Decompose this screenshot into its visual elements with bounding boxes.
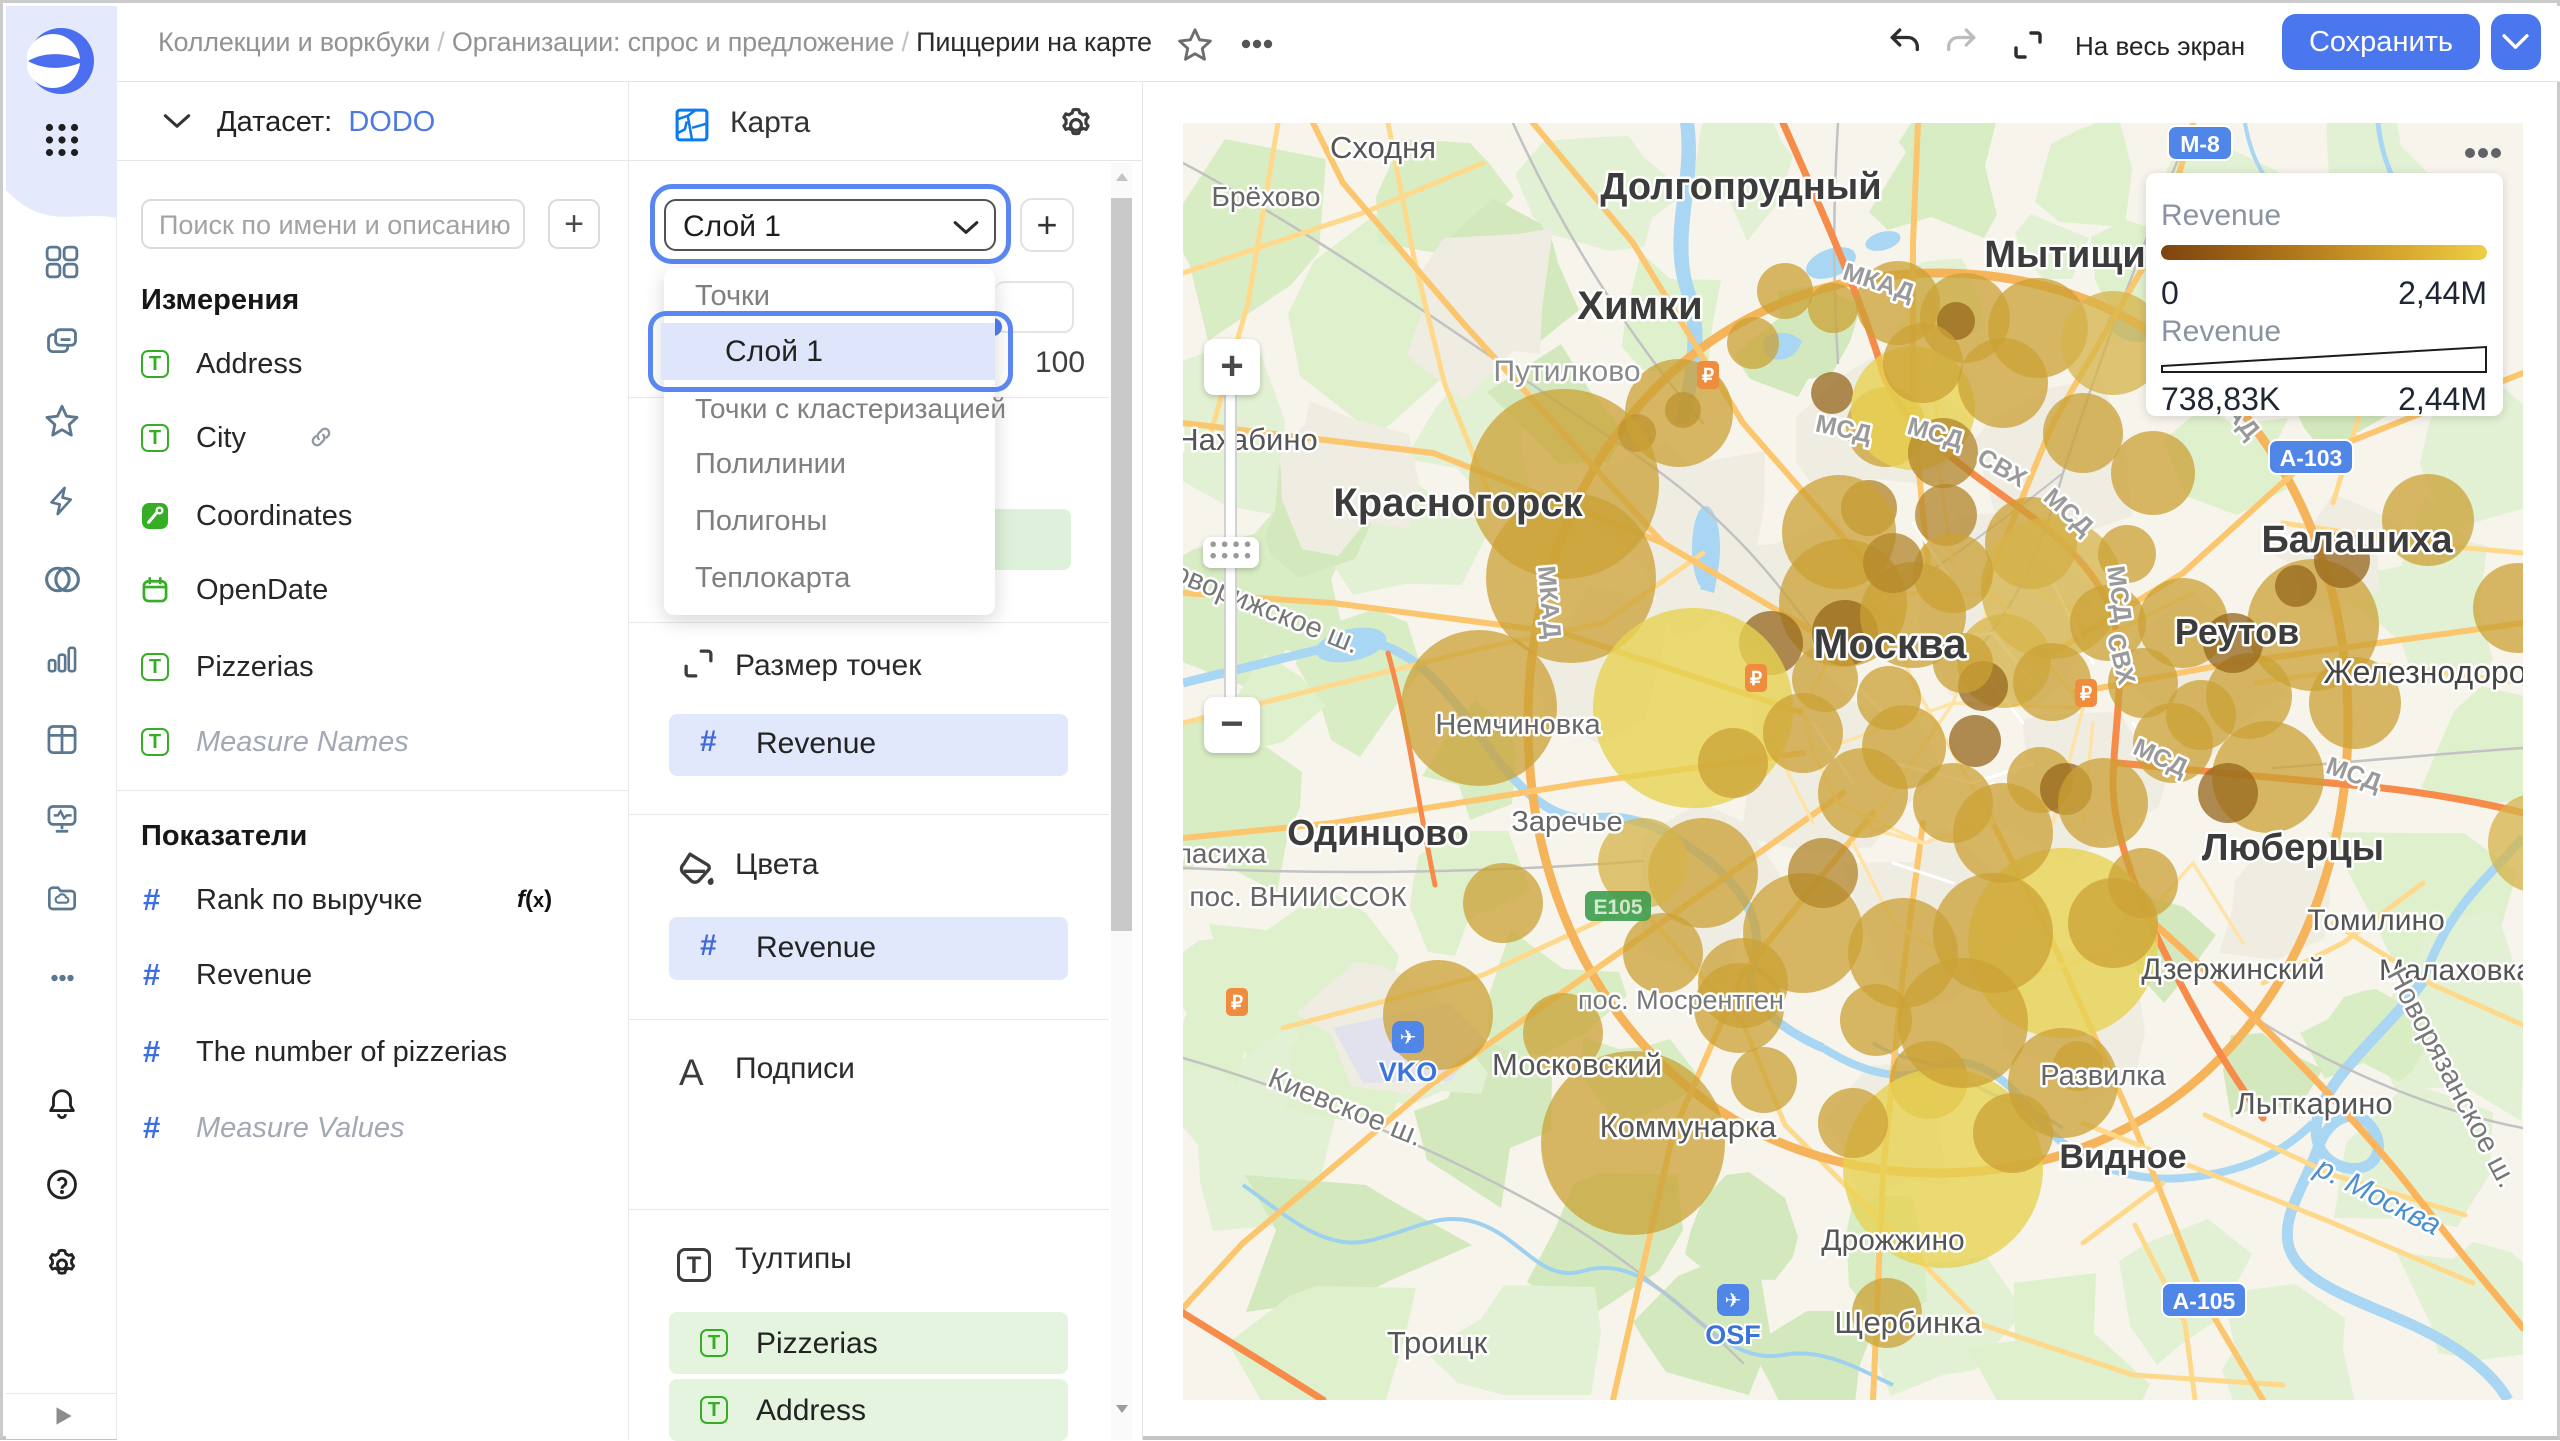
svg-text:М-8: М-8 — [2180, 131, 2220, 157]
svg-text:Томилино: Томилино — [2307, 904, 2445, 937]
svg-text:Немчиновка: Немчиновка — [1435, 709, 1601, 741]
svg-text:Москва: Москва — [1813, 620, 1967, 667]
svg-text:₽: ₽ — [1231, 993, 1243, 1014]
svg-text:пос. ВНИИССОК: пос. ВНИИССОК — [1189, 881, 1407, 912]
svg-text:пос. Мосрентген: пос. Мосрентген — [1578, 985, 1784, 1015]
svg-text:₽: ₽ — [1702, 366, 1714, 387]
svg-text:OSF: OSF — [1705, 1320, 1761, 1350]
svg-text:Путилково: Путилково — [1494, 355, 1641, 388]
svg-text:Красногорск: Красногорск — [1333, 481, 1583, 525]
svg-text:✈: ✈ — [1400, 1027, 1417, 1049]
svg-text:E105: E105 — [1593, 896, 1642, 919]
svg-text:Московский: Московский — [1492, 1047, 1662, 1082]
svg-text:Троицк: Троицк — [1387, 1325, 1488, 1360]
svg-text:А-103: А-103 — [2280, 445, 2343, 471]
svg-text:Развилка: Развилка — [2040, 1060, 2166, 1092]
svg-text:ласиха: ласиха — [1183, 838, 1267, 869]
svg-text:Химки: Химки — [1577, 284, 1702, 328]
svg-text:Видное: Видное — [2059, 1138, 2186, 1176]
svg-text:✈: ✈ — [1725, 1290, 1742, 1312]
svg-text:₽: ₽ — [1750, 669, 1762, 690]
svg-text:VKO: VKO — [1379, 1057, 1438, 1087]
svg-text:Долгопрудный: Долгопрудный — [1600, 166, 1881, 208]
svg-text:Дзержинский: Дзержинский — [2141, 953, 2324, 986]
svg-text:Сходня: Сходня — [1330, 130, 1436, 165]
svg-text:Одинцово: Одинцово — [1287, 812, 1469, 853]
svg-text:Нахабино: Нахабино — [1183, 422, 1318, 457]
svg-text:Лыткарино: Лыткарино — [2235, 1086, 2392, 1121]
svg-text:Реутов: Реутов — [2175, 611, 2299, 652]
svg-text:Щербинка: Щербинка — [1834, 1305, 1982, 1340]
svg-text:Брёхово: Брёхово — [1212, 181, 1321, 212]
svg-text:Железнодоро: Железнодоро — [2323, 654, 2523, 690]
svg-text:Заречье: Заречье — [1511, 806, 1622, 838]
svg-text:Мытищи: Мытищи — [1984, 234, 2146, 276]
svg-text:₽: ₽ — [2080, 684, 2092, 705]
svg-text:Коммунарка: Коммунарка — [1600, 1109, 1778, 1144]
svg-text:А-105: А-105 — [2173, 1288, 2236, 1314]
svg-text:Дрожжино: Дрожжино — [1821, 1224, 1965, 1257]
svg-text:Балашиха: Балашиха — [2261, 519, 2453, 561]
svg-text:Люберцы: Люберцы — [2202, 827, 2384, 869]
